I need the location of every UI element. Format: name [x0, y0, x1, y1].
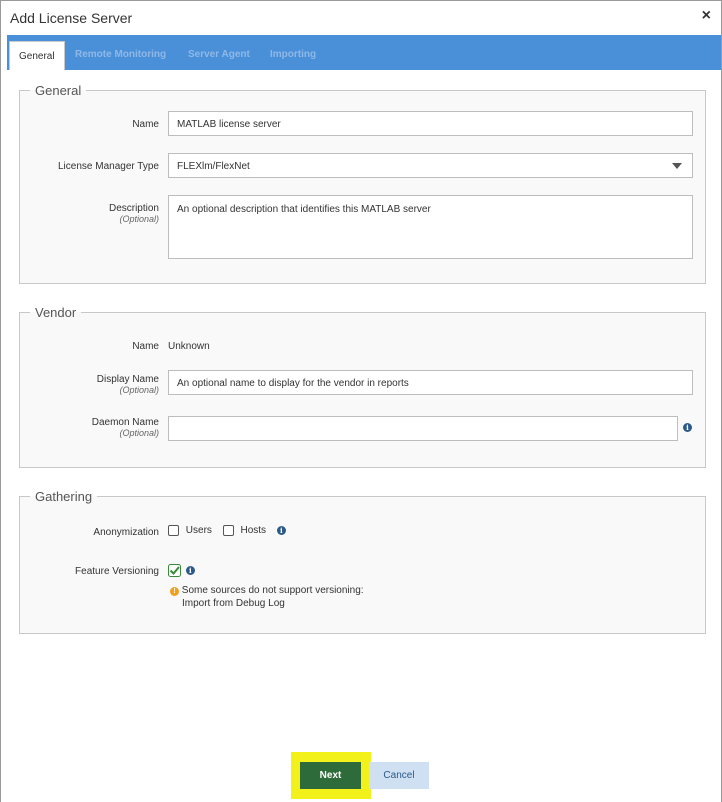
add-license-server-dialog: Add License Server × General Remote Moni… [0, 0, 722, 802]
feature-versioning-control: i [168, 564, 195, 577]
anonymization-label: Anonymization [93, 527, 159, 538]
display-name-label-group: Display Name (Optional) [19, 374, 159, 395]
tab-bar: General Remote Monitoring Server Agent I… [7, 35, 721, 70]
license-manager-type-select[interactable]: FLEXlm/FlexNet [168, 153, 693, 178]
description-textarea[interactable]: An optional description that identifies … [168, 195, 693, 259]
daemon-name-label: Daemon Name [91, 417, 159, 428]
vendor-legend: Vendor [35, 305, 77, 320]
vendor-name-value: Unknown [168, 341, 210, 352]
hosts-label: Hosts [240, 525, 267, 537]
users-checkbox[interactable] [168, 525, 179, 536]
tab-server-agent[interactable]: Server Agent [188, 35, 250, 70]
description-label-group: Description (Optional) [19, 203, 159, 224]
daemon-name-label-group: Daemon Name (Optional) [19, 417, 159, 438]
warning-line-1: Some sources do not support versioning: [181, 585, 364, 596]
display-name-input[interactable]: An optional name to display for the vend… [168, 370, 693, 395]
dialog-title-bar: Add License Server × [1, 1, 721, 35]
feature-versioning-label: Feature Versioning [75, 566, 159, 577]
vendor-name-label: Name [132, 341, 159, 352]
chevron-down-icon [672, 163, 682, 169]
next-button[interactable]: Next [300, 762, 361, 789]
license-manager-type-value: FLEXlm/FlexNet [177, 161, 250, 172]
general-legend: General [35, 83, 82, 98]
description-label: Description [108, 203, 159, 214]
info-icon[interactable]: i [683, 423, 692, 432]
name-input[interactable]: MATLAB license server [168, 111, 693, 136]
anonymization-options: Users Hosts i [168, 525, 286, 536]
info-icon[interactable]: i [185, 566, 195, 576]
tab-general[interactable]: General [9, 41, 65, 70]
tab-importing[interactable]: Importing [270, 35, 316, 70]
hosts-checkbox[interactable] [222, 525, 234, 536]
warning-icon: ! [170, 587, 179, 596]
name-label: Name [132, 119, 159, 130]
checked-checkbox-icon[interactable] [168, 564, 181, 577]
display-name-optional: (Optional) [119, 385, 159, 395]
warning-line-2: Import from Debug Log [182, 598, 285, 609]
general-tab-panel: General Name MATLAB license server Licen… [1, 70, 721, 802]
daemon-name-optional: (Optional) [119, 428, 159, 438]
users-label: Users [185, 525, 212, 537]
gathering-legend: Gathering [35, 489, 93, 504]
display-name-label: Display Name [96, 374, 159, 385]
license-manager-type-label: License Manager Type [58, 161, 159, 172]
dialog-title: Add License Server [10, 10, 133, 26]
info-icon[interactable]: i [276, 526, 286, 536]
cancel-button[interactable]: Cancel [369, 762, 429, 789]
versioning-warning: ! Some sources do not support versioning… [170, 584, 364, 610]
tab-remote-monitoring[interactable]: Remote Monitoring [75, 35, 166, 70]
close-icon[interactable]: × [702, 7, 711, 25]
daemon-name-input[interactable] [168, 416, 678, 441]
gathering-section: Gathering [19, 489, 706, 634]
description-optional: (Optional) [119, 214, 159, 224]
